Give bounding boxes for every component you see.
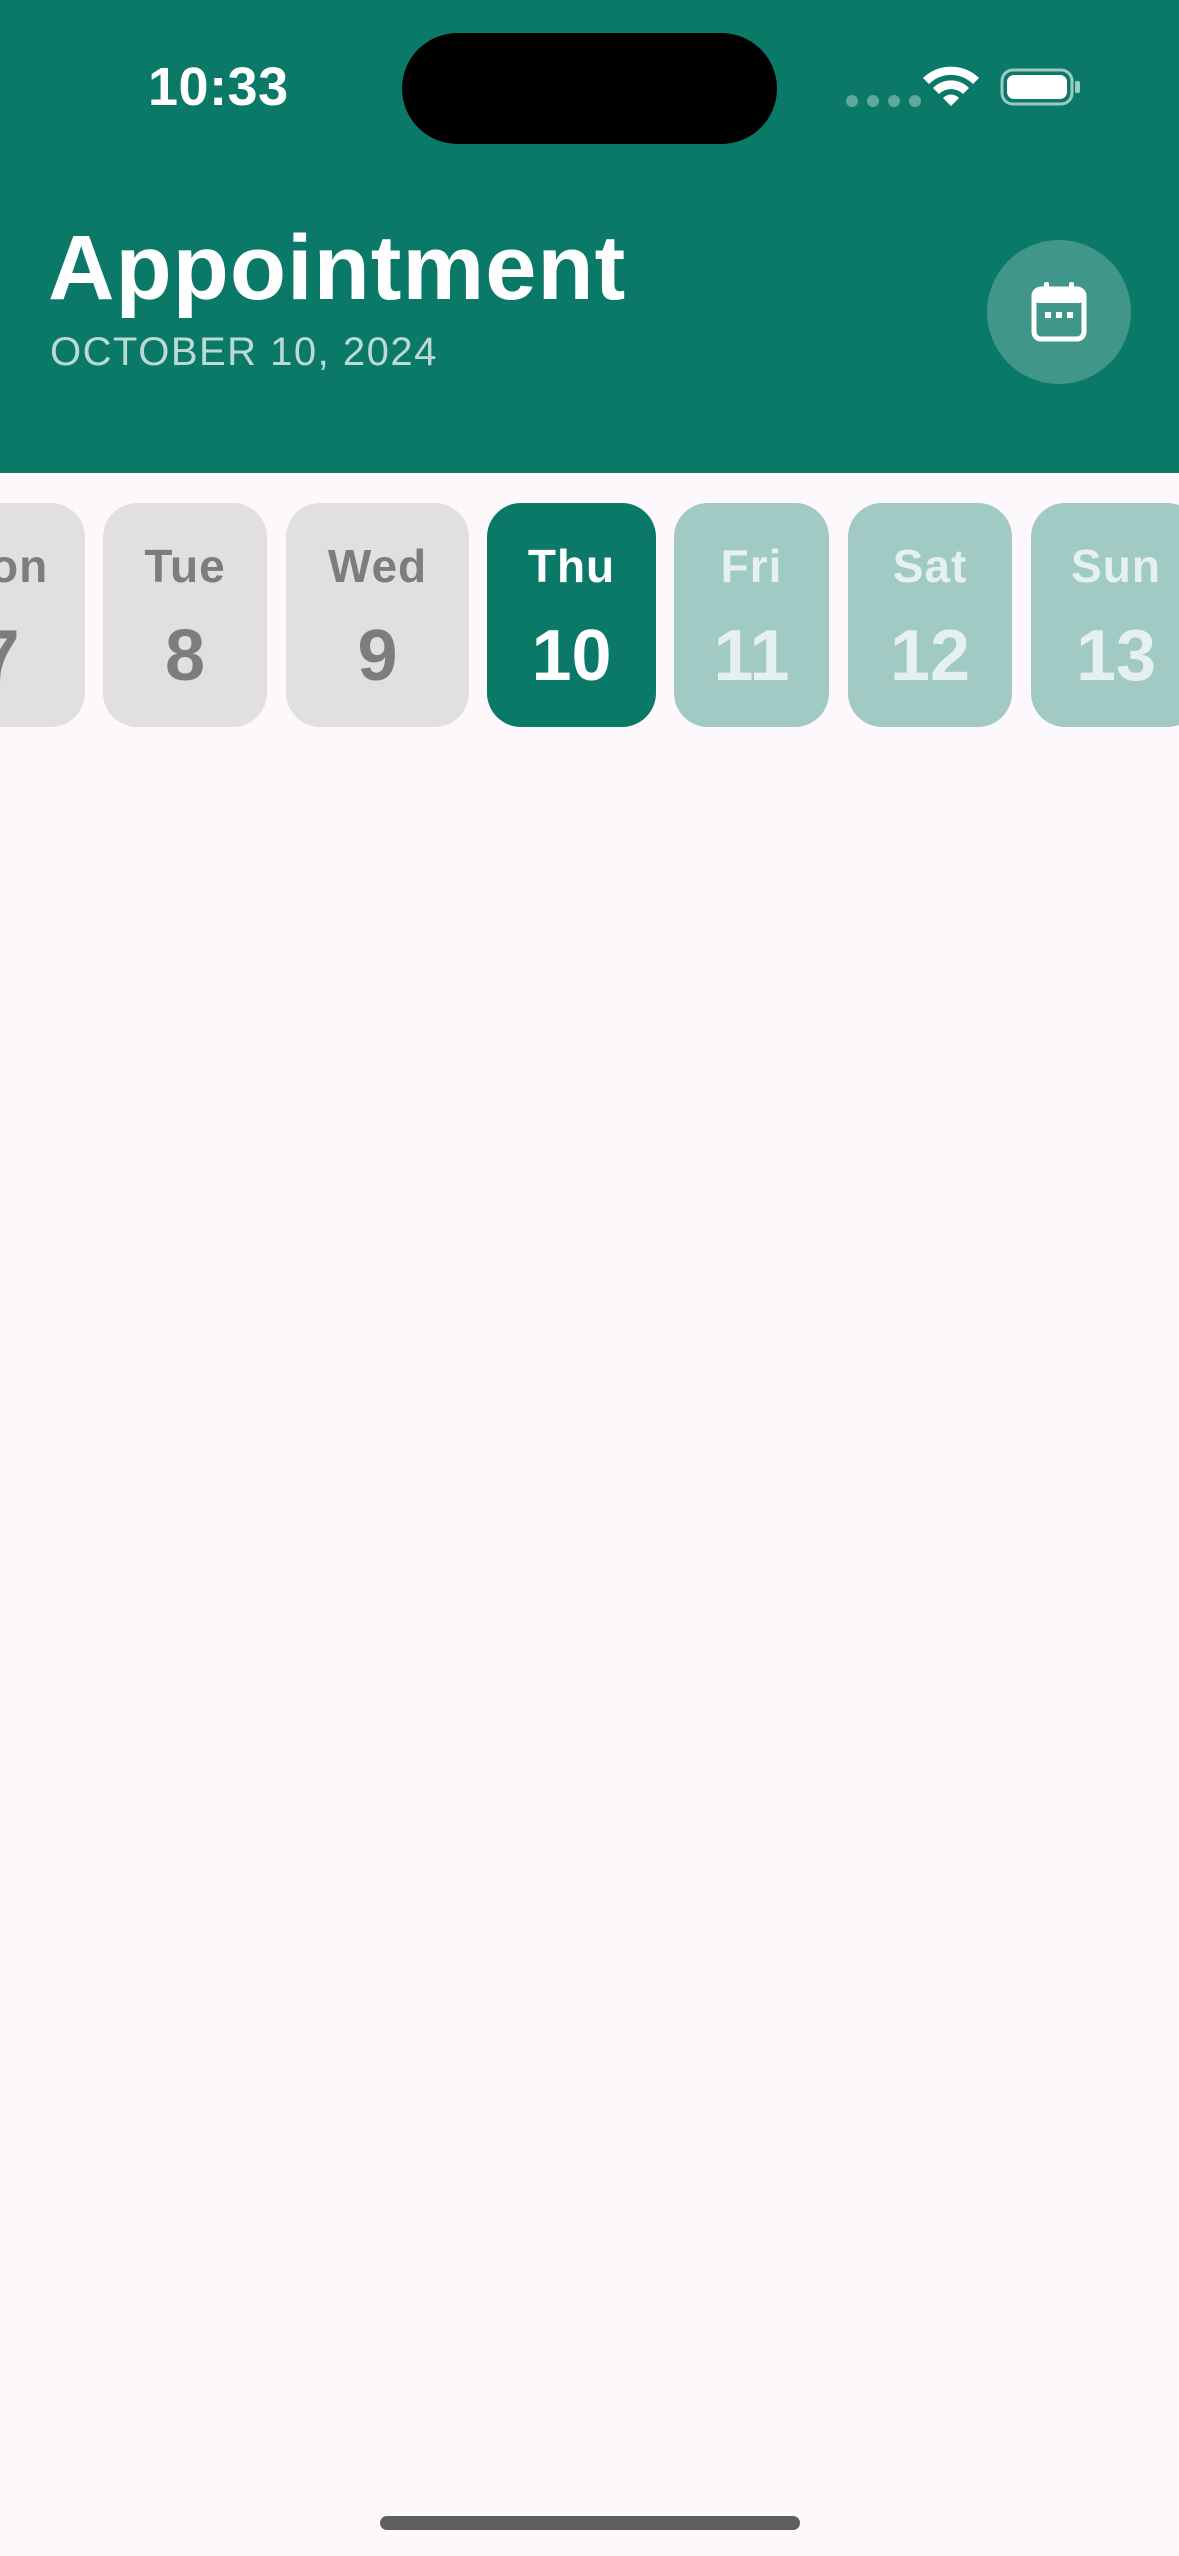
cellular-signal-icon bbox=[846, 95, 921, 107]
calendar-icon bbox=[1031, 282, 1087, 342]
wifi-icon bbox=[923, 66, 979, 106]
status-time: 10:33 bbox=[148, 57, 289, 117]
day-number: 11 bbox=[713, 616, 790, 696]
battery-icon bbox=[1000, 68, 1080, 106]
day-name: Sun bbox=[1071, 540, 1161, 592]
day-name: Tue bbox=[144, 540, 226, 592]
day-item-tue[interactable]: Tue 8 bbox=[103, 503, 267, 727]
home-indicator[interactable] bbox=[380, 2516, 800, 2530]
day-item-mon[interactable]: Mon 7 bbox=[0, 503, 85, 727]
day-item-thu[interactable]: Thu 10 bbox=[487, 503, 656, 727]
page-title: Appointment bbox=[48, 217, 627, 319]
day-item-wed[interactable]: Wed 9 bbox=[286, 503, 469, 727]
day-name: Mon bbox=[0, 540, 49, 592]
day-number: 12 bbox=[889, 616, 971, 696]
day-item-fri[interactable]: Fri 11 bbox=[674, 503, 829, 727]
app-screen: 10:33 Appointment OCTOBER 10, 2024 on Tu… bbox=[0, 0, 1179, 2556]
dynamic-island bbox=[402, 33, 777, 144]
day-name: Thu bbox=[527, 540, 616, 592]
day-number: 8 bbox=[164, 616, 206, 696]
day-number: 13 bbox=[1075, 616, 1157, 696]
day-name: Wed bbox=[327, 540, 428, 592]
header: 10:33 Appointment OCTOBER 10, 2024 bbox=[0, 0, 1179, 473]
day-item-sat[interactable]: Sat 12 bbox=[848, 503, 1012, 727]
day-number: 10 bbox=[531, 616, 612, 696]
day-name: Sat bbox=[892, 540, 968, 592]
day-item-sun[interactable]: Sun 13 bbox=[1031, 503, 1179, 727]
day-selector[interactable]: Mon 7 Tue 8 Wed 9 Thu 10 Fri 11 Sat 12 S… bbox=[0, 503, 1179, 727]
current-date: OCTOBER 10, 2024 bbox=[50, 330, 438, 374]
day-number: 9 bbox=[357, 616, 398, 696]
day-name: Fri bbox=[720, 540, 783, 592]
day-number: 7 bbox=[0, 615, 20, 697]
calendar-button[interactable] bbox=[987, 240, 1131, 384]
